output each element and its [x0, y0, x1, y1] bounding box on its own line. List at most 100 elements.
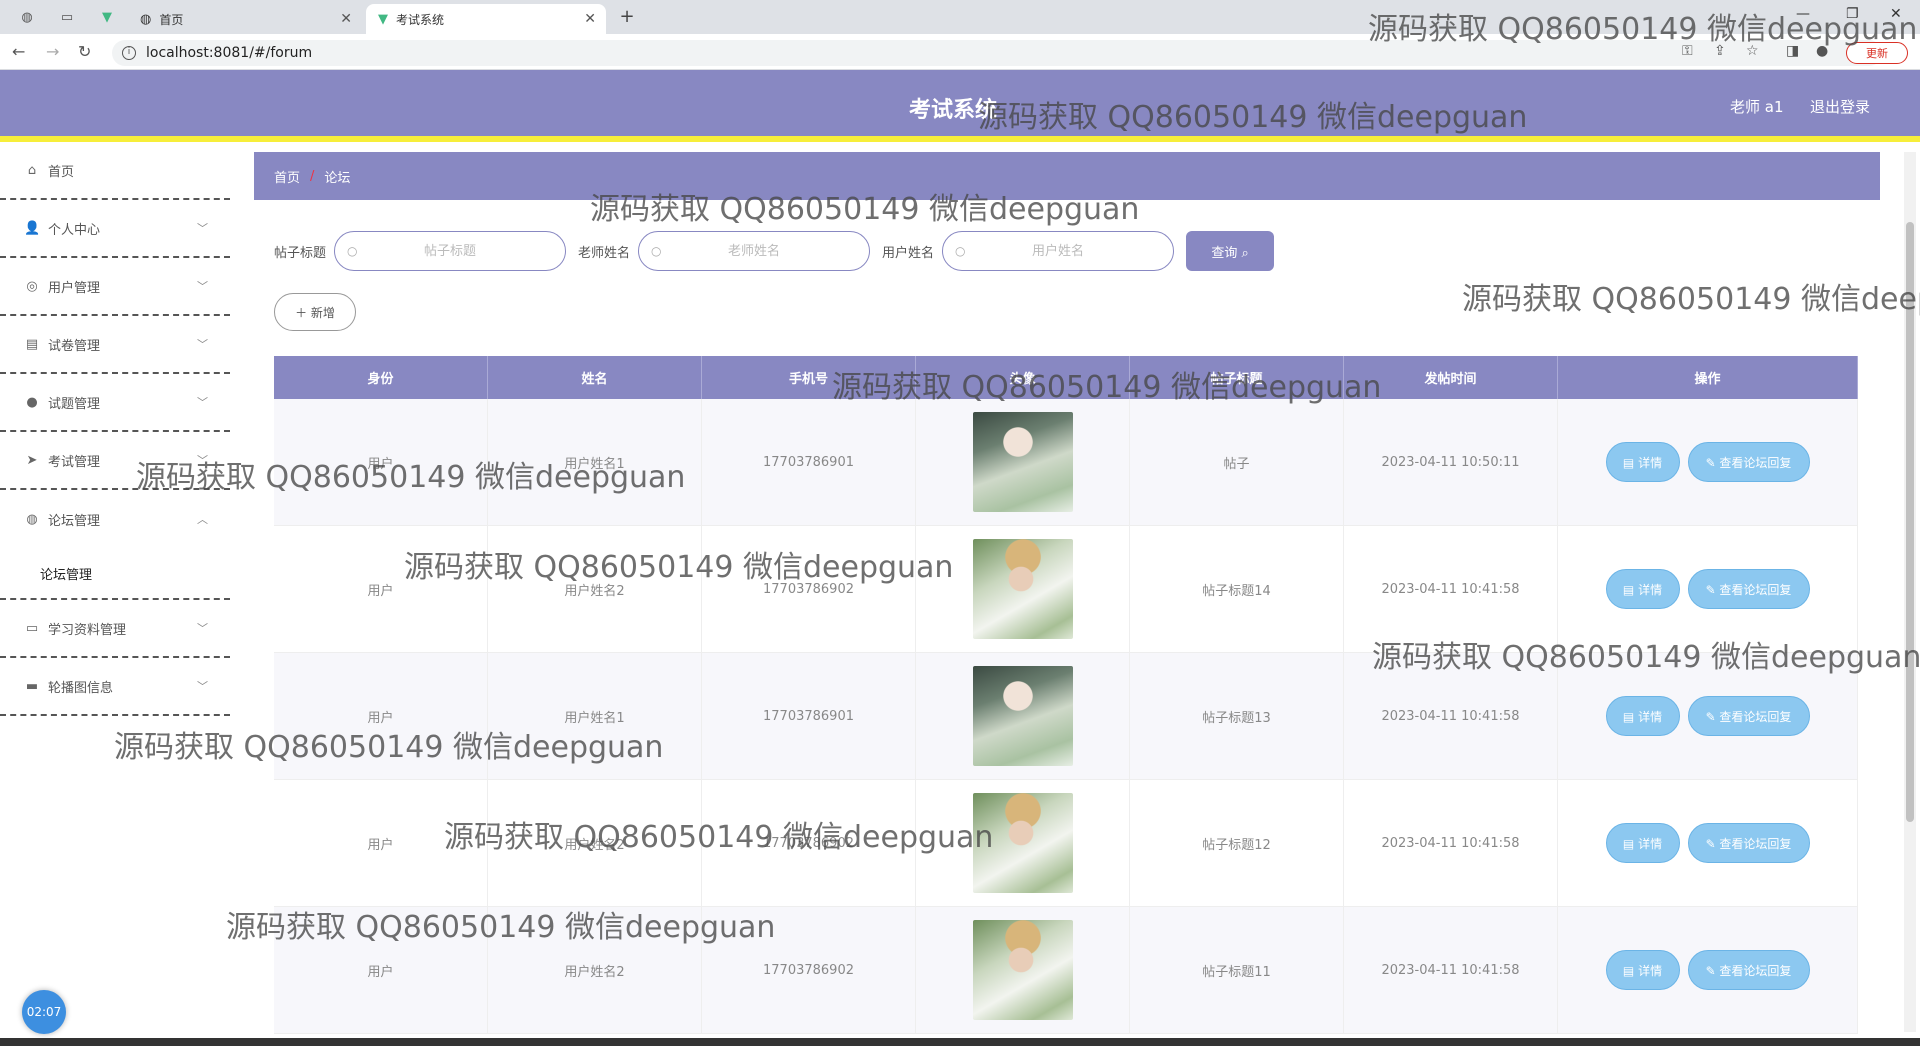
sidebar-item-label: 考试管理: [48, 454, 101, 470]
search-icon: ○: [651, 244, 662, 258]
column-header-post-time[interactable]: 发帖时间: [1344, 356, 1558, 399]
breadcrumb-home[interactable]: 首页: [274, 167, 300, 186]
search-icon: ○: [347, 244, 358, 258]
page-scrollbar[interactable]: [1904, 152, 1916, 1032]
sidebar-item-carousel-info[interactable]: ▬ 轮播图信息 ﹀: [0, 658, 230, 716]
column-header-name[interactable]: 姓名: [488, 356, 702, 399]
info-icon[interactable]: i: [122, 46, 136, 60]
header-stripe: [0, 136, 1920, 142]
minimize-icon[interactable]: —: [1796, 6, 1810, 22]
browser-update-button[interactable]: 更新: [1846, 42, 1908, 64]
detail-button[interactable]: ▤ 详情: [1605, 696, 1680, 736]
key-icon[interactable]: ⚿: [1682, 43, 1693, 59]
share-icon[interactable]: ⇪: [1714, 43, 1726, 59]
chevron-down-icon: ﹀: [197, 396, 208, 409]
reload-icon[interactable]: ↻: [78, 42, 91, 61]
pinned-tab-vue-icon[interactable]: ▼: [92, 6, 122, 28]
avatar[interactable]: [972, 793, 1073, 893]
cell-phone: 17703786902: [702, 907, 916, 1033]
view-replies-button[interactable]: ✎ 查看论坛回复: [1687, 569, 1810, 609]
post-title-input[interactable]: [335, 232, 566, 270]
cell-name: 用户姓名2: [488, 907, 702, 1033]
vue-icon: ▼: [378, 11, 388, 27]
forward-icon[interactable]: →: [46, 42, 59, 61]
teacher-name-input[interactable]: [639, 232, 870, 270]
globe-icon: ◍: [140, 11, 152, 27]
table-row: 用户 用户姓名1 17703786901 帖子 2023-04-11 10:50…: [274, 399, 1858, 526]
column-header-post-title[interactable]: 帖子标题: [1130, 356, 1344, 399]
cell-post-time: 2023-04-11 10:41:58: [1344, 653, 1558, 779]
cell-actions: ▤ 详情 ✎ 查看论坛回复: [1558, 399, 1858, 525]
sidebar-item-personal-center[interactable]: 👤 个人中心 ﹀: [0, 200, 230, 258]
url-field[interactable]: i localhost:8081/#/forum: [112, 40, 1882, 66]
profile-icon[interactable]: ●: [1816, 43, 1828, 59]
sidebar-item-paper-management[interactable]: ▤ 试卷管理 ﹀: [0, 316, 230, 374]
avatar[interactable]: [972, 920, 1073, 1020]
chevron-down-icon: ﹀: [197, 622, 208, 635]
cell-phone: 17703786902: [702, 780, 916, 906]
new-tab-button[interactable]: +: [615, 6, 639, 28]
sidebar-item-material-management[interactable]: ▭ 学习资料管理 ﹀: [0, 600, 230, 658]
chevron-down-icon: ﹀: [197, 222, 208, 235]
close-icon[interactable]: ✕: [584, 11, 596, 27]
clock-badge[interactable]: 02:07: [22, 990, 66, 1034]
user-name-label: 用户姓名: [882, 245, 935, 261]
chevron-down-icon: ﹀: [197, 454, 208, 467]
view-replies-button[interactable]: ✎ 查看论坛回复: [1687, 823, 1810, 863]
detail-button[interactable]: ▤ 详情: [1605, 823, 1680, 863]
column-header-avatar[interactable]: 头像: [916, 356, 1130, 399]
sidebar-toggle-icon[interactable]: ◨: [1786, 43, 1799, 59]
avatar[interactable]: [972, 539, 1073, 639]
view-replies-button[interactable]: ✎ 查看论坛回复: [1687, 950, 1810, 990]
cell-avatar: [916, 653, 1130, 779]
browser-tab-home[interactable]: ◍ 首页 ✕: [128, 4, 362, 34]
search-form: 帖子标题 ○ 老师姓名 ○ 用户姓名 ○ 查询 ⌕: [274, 231, 1275, 271]
app-header: 考试系统 老师 a1 退出登录: [0, 70, 1920, 142]
table-row: 用户 用户姓名2 17703786902 帖子标题14 2023-04-11 1…: [274, 526, 1858, 653]
watermark: 源码获取 QQ86050149 微信deepguan: [1462, 282, 1920, 317]
submenu-item-forum-management[interactable]: 论坛管理: [0, 548, 230, 600]
cell-post-title: 帖子标题14: [1130, 526, 1344, 652]
cell-phone: 17703786901: [702, 653, 916, 779]
detail-button[interactable]: ▤ 详情: [1605, 569, 1680, 609]
detail-button[interactable]: ▤ 详情: [1605, 950, 1680, 990]
window-close-icon[interactable]: ✕: [1890, 6, 1902, 22]
avatar[interactable]: [972, 666, 1073, 766]
cell-post-time: 2023-04-11 10:50:11: [1344, 399, 1558, 525]
add-button[interactable]: ＋ 新增: [274, 293, 356, 331]
sidebar-item-forum-management[interactable]: ◍ 论坛管理 ︿: [0, 490, 230, 548]
avatar[interactable]: [972, 412, 1073, 512]
breadcrumb-separator: /: [310, 168, 315, 184]
cell-post-title: 帖子标题13: [1130, 653, 1344, 779]
column-header-actions: 操作: [1558, 356, 1858, 399]
back-icon[interactable]: ←: [12, 42, 25, 61]
pinned-tab-globe-icon[interactable]: ◍: [12, 6, 42, 28]
query-button[interactable]: 查询 ⌕: [1186, 231, 1275, 271]
column-header-phone[interactable]: 手机号: [702, 356, 916, 399]
sidebar-item-home[interactable]: ⌂ 首页: [0, 142, 230, 200]
cell-avatar: [916, 526, 1130, 652]
pinned-tab-blank-icon[interactable]: ▭: [52, 6, 82, 28]
detail-button[interactable]: ▤ 详情: [1605, 442, 1680, 482]
close-icon[interactable]: ✕: [340, 11, 352, 27]
browser-tab-exam-system[interactable]: ▼ 考试系统 ✕: [366, 4, 606, 34]
teacher-name-search: ○: [638, 231, 871, 271]
sidebar-item-user-management[interactable]: ◎ 用户管理 ﹀: [0, 258, 230, 316]
user-name-input[interactable]: [943, 232, 1174, 270]
sidebar-item-label: 轮播图信息: [48, 680, 114, 696]
forum-icon: ◍: [26, 511, 38, 527]
sidebar-item-exam-management[interactable]: ➤ 考试管理 ﹀: [0, 432, 230, 490]
view-replies-button[interactable]: ✎ 查看论坛回复: [1687, 696, 1810, 736]
sidebar-item-question-management[interactable]: ● 试题管理 ﹀: [0, 374, 230, 432]
scrollbar-thumb[interactable]: [1906, 222, 1914, 822]
current-user: 老师 a1: [1730, 98, 1784, 116]
cell-name: 用户姓名2: [488, 526, 702, 652]
column-header-role[interactable]: 身份: [274, 356, 488, 399]
logout-button[interactable]: 退出登录: [1810, 96, 1870, 117]
tab-label: 首页: [159, 12, 184, 27]
table-row: 用户 用户姓名1 17703786901 帖子标题13 2023-04-11 1…: [274, 653, 1858, 780]
star-icon[interactable]: ☆: [1746, 43, 1759, 59]
view-replies-button[interactable]: ✎ 查看论坛回复: [1687, 442, 1810, 482]
search-icon: ○: [955, 244, 966, 258]
maximize-icon[interactable]: ❐: [1846, 6, 1859, 22]
